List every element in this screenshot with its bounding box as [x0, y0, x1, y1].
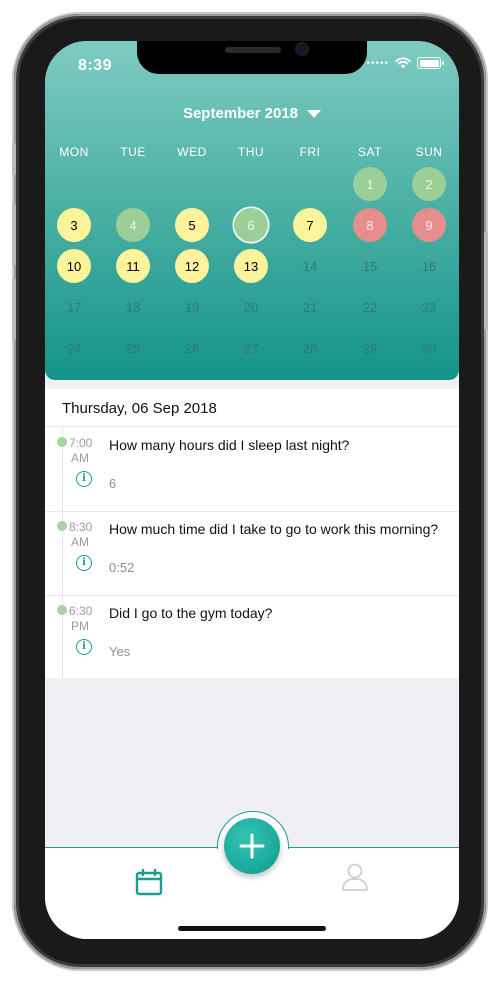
entry-answer: Yes: [109, 644, 131, 659]
plus-icon: [239, 833, 265, 859]
month-selector[interactable]: September 2018: [45, 105, 459, 122]
entry-answer: 6: [109, 476, 117, 491]
calendar-day[interactable]: 23: [412, 290, 446, 324]
info-icon[interactable]: i: [76, 639, 92, 655]
divider: [45, 595, 459, 596]
entry-time: 7:00 AM: [69, 436, 93, 466]
device-notch: [137, 41, 367, 74]
entry-time-period: AM: [71, 535, 89, 549]
weekday-label: FRI: [299, 145, 321, 159]
entry-time-value: 8:30: [69, 520, 93, 534]
calendar-day[interactable]: 1: [353, 167, 387, 201]
weekday-label: SAT: [358, 145, 382, 159]
timeline-dot: [57, 437, 67, 447]
calendar-day[interactable]: 10: [57, 249, 91, 283]
battery-icon: [417, 57, 444, 69]
entry-time: 8:30 AM: [69, 520, 93, 550]
calendar-day[interactable]: 3: [57, 208, 91, 242]
calendar-day[interactable]: 30: [412, 331, 446, 365]
weekday-header: MON TUE WED THU FRI SAT SUN: [45, 145, 459, 161]
weekday-label: WED: [177, 145, 207, 159]
calendar-day[interactable]: 13: [234, 249, 268, 283]
side-button-volume-up: [12, 204, 16, 266]
entry-item[interactable]: 6:30 PM i Did I go to the gym today? Yes: [45, 595, 459, 679]
calendar-day[interactable]: 24: [57, 331, 91, 365]
calendar-day[interactable]: 5: [175, 208, 209, 242]
entry-time-value: 7:00: [69, 436, 93, 450]
calendar-day[interactable]: 17: [57, 290, 91, 324]
status-icons: •••••: [366, 57, 444, 69]
entry-time-period: PM: [71, 619, 89, 633]
side-button-mute: [12, 143, 16, 175]
divider: [45, 511, 459, 512]
weekday-label: SUN: [415, 145, 443, 159]
home-indicator: [178, 926, 326, 931]
calendar-day[interactable]: 4: [116, 208, 150, 242]
entry-answer: 0:52: [109, 560, 135, 575]
calendar-day[interactable]: 28: [293, 331, 327, 365]
calendar-day[interactable]: 22: [353, 290, 387, 324]
selected-date-title: Thursday, 06 Sep 2018: [62, 400, 217, 417]
entry-question: Did I go to the gym today?: [109, 605, 273, 621]
month-label: September 2018: [182, 105, 299, 122]
calendar-day[interactable]: 14: [293, 249, 327, 283]
weekday-label: THU: [237, 145, 265, 159]
front-camera: [297, 44, 307, 54]
calendar-day[interactable]: 11: [116, 249, 150, 283]
calendar-day[interactable]: 19: [175, 290, 209, 324]
calendar-day[interactable]: 18: [116, 290, 150, 324]
calendar-day-selected[interactable]: 6: [234, 208, 268, 242]
info-icon[interactable]: i: [76, 555, 92, 571]
calendar-icon[interactable]: [135, 868, 163, 896]
calendar-day[interactable]: 15: [353, 249, 387, 283]
calendar-day[interactable]: 26: [175, 331, 209, 365]
add-entry-button[interactable]: [224, 818, 280, 874]
entry-item[interactable]: 8:30 AM i How much time did I take to go to…: [45, 511, 459, 595]
app-screen: 8:39 ••••• September 2018 MON TUE WED THU FR…: [45, 41, 459, 939]
status-time: 8:39: [78, 57, 113, 74]
timeline-dot: [57, 521, 67, 531]
entry-time-period: AM: [71, 451, 89, 465]
signal-dots: •••••: [366, 57, 389, 69]
entry-question: How many hours did I sleep last night?: [109, 437, 350, 453]
triangle-down-icon: [307, 109, 322, 118]
entry-question: How much time did I take to go to work t…: [109, 521, 439, 537]
entries-panel: Thursday, 06 Sep 2018 7:00 AM i How many ho…: [45, 389, 459, 678]
calendar-day[interactable]: 12: [175, 249, 209, 283]
calendar-day[interactable]: 7: [293, 208, 327, 242]
side-button-volume-down: [12, 278, 16, 340]
calendar-day[interactable]: 27: [234, 331, 268, 365]
timeline-dot: [57, 605, 67, 615]
calendar-day[interactable]: 16: [412, 249, 446, 283]
calendar-day[interactable]: 21: [293, 290, 327, 324]
weekday-label: MON: [59, 145, 89, 159]
user-icon[interactable]: [341, 862, 369, 892]
weekday-label: TUE: [120, 145, 146, 159]
entry-time: 6:30 PM: [69, 604, 93, 634]
calendar-day[interactable]: 2: [412, 167, 446, 201]
calendar-day[interactable]: 9: [412, 208, 446, 242]
calendar-day[interactable]: 29: [353, 331, 387, 365]
info-icon[interactable]: i: [76, 471, 92, 487]
entry-item[interactable]: 7:00 AM i How many hours did I sleep last n…: [45, 427, 459, 511]
calendar-day[interactable]: 8: [353, 208, 387, 242]
calendar-day[interactable]: 20: [234, 290, 268, 324]
calendar-day[interactable]: 25: [116, 331, 150, 365]
calendar-header: 8:39 ••••• September 2018 MON TUE WED THU FR…: [45, 41, 459, 380]
speaker-grille: [225, 47, 281, 53]
entry-time-value: 6:30: [69, 604, 93, 618]
side-button-power: [484, 232, 488, 330]
wifi-icon: [395, 57, 411, 69]
